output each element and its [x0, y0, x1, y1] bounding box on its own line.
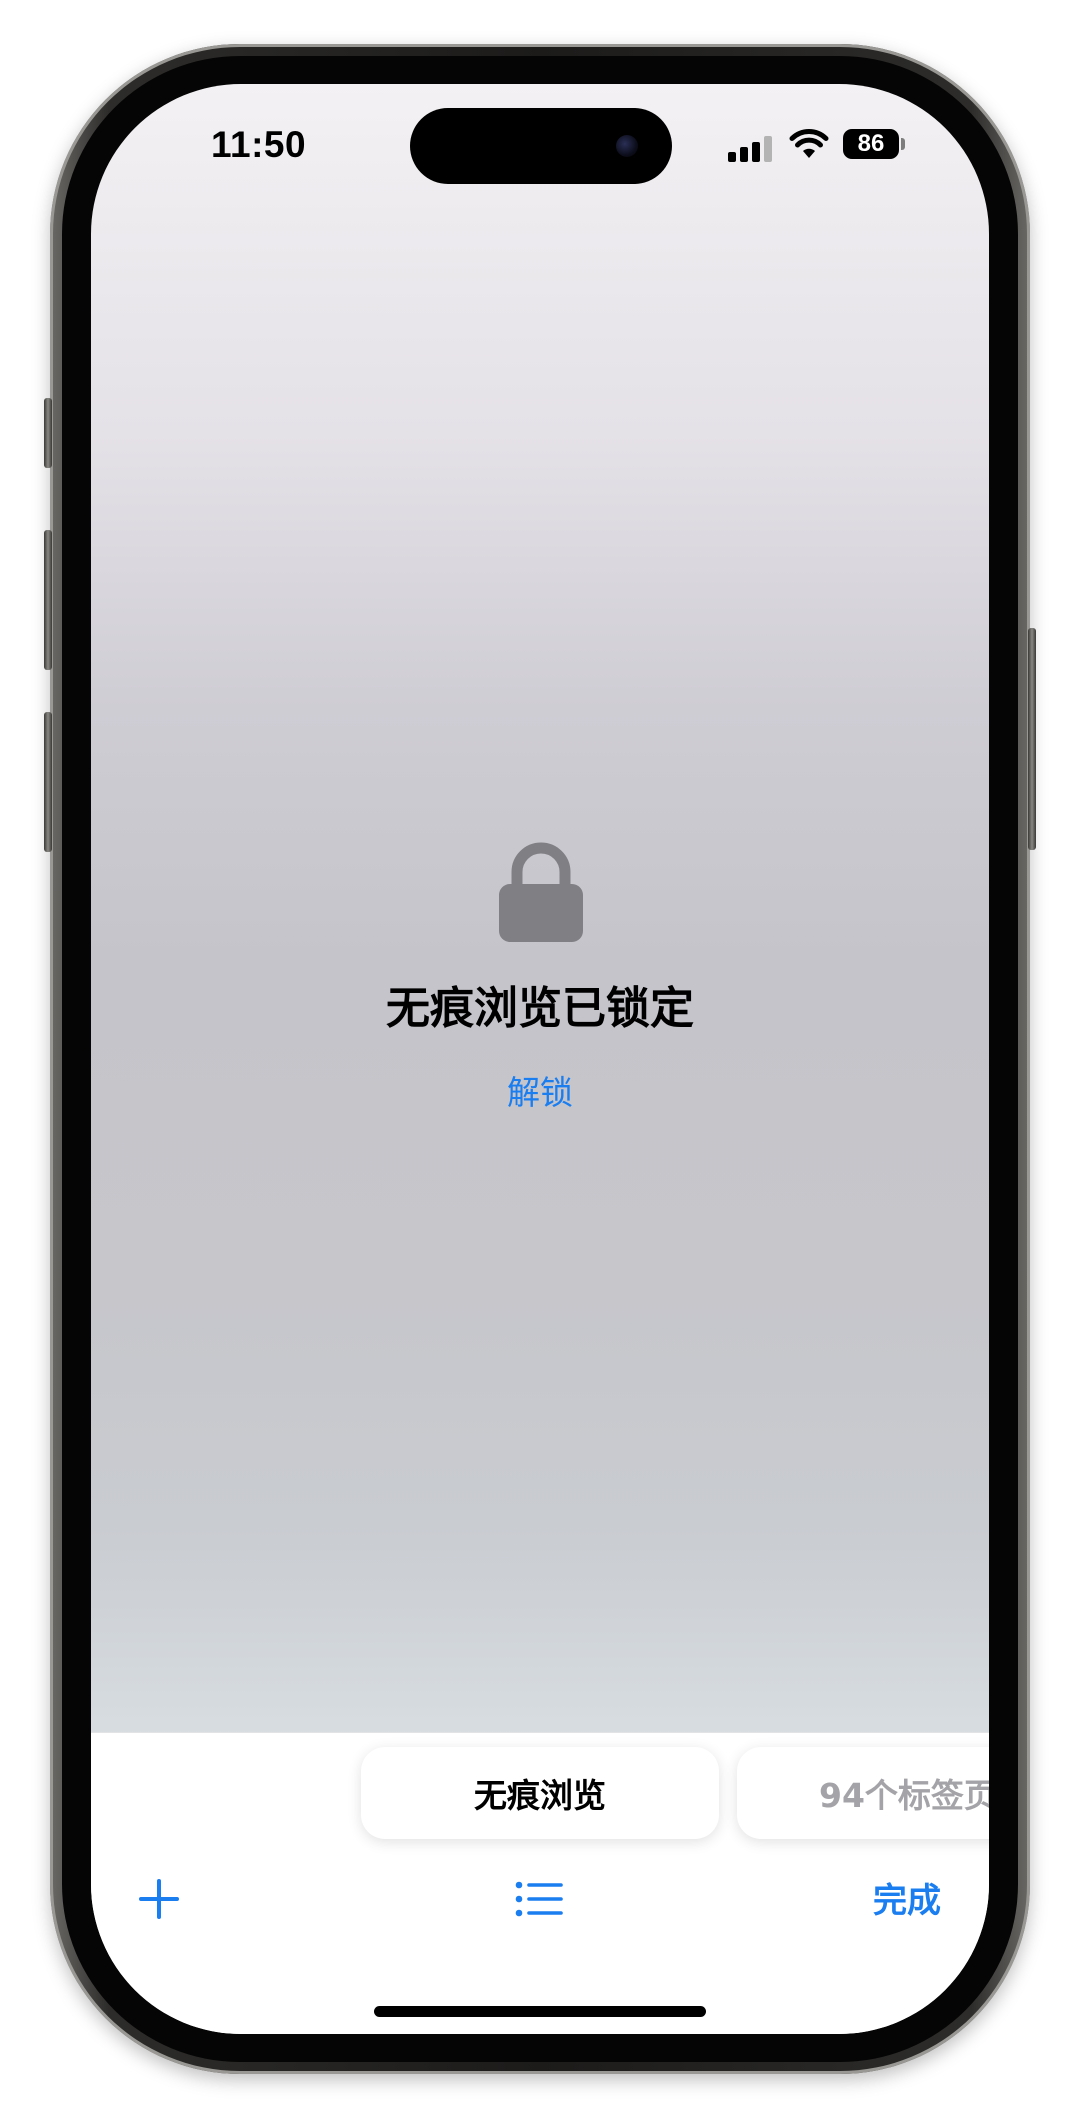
tab-group-private-label: 无痕浏览: [474, 1776, 606, 1815]
wifi-icon: [789, 128, 829, 158]
home-indicator[interactable]: [374, 2006, 706, 2017]
volume-down-button: [44, 712, 52, 852]
lock-icon: [499, 842, 583, 942]
dynamic-island: [410, 108, 672, 184]
tab-group-tabs-label: 94个标签页: [819, 1776, 989, 1815]
done-button[interactable]: 完成: [873, 1873, 941, 1922]
tab-group-tabs[interactable]: 94个标签页: [737, 1747, 989, 1839]
power-button: [1028, 628, 1036, 850]
battery-icon: 86: [843, 129, 899, 159]
locked-title: 无痕浏览已锁定: [386, 983, 694, 1034]
tab-group-private[interactable]: 无痕浏览: [361, 1747, 719, 1839]
cellular-signal-icon: [728, 136, 774, 162]
screen: 11:50 86 无痕浏览已锁定 解锁 无痕浏览 94个标签页 完成: [91, 84, 989, 2034]
list-icon[interactable]: [515, 1881, 563, 1917]
battery-level: 86: [857, 130, 885, 157]
battery-tip: [901, 138, 905, 150]
status-time: 11:50: [211, 124, 307, 165]
plus-icon[interactable]: [139, 1879, 179, 1919]
unlock-button[interactable]: 解锁: [91, 1066, 989, 1114]
bottom-toolbar: 无痕浏览 94个标签页 完成: [91, 1732, 989, 2034]
action-button: [44, 398, 52, 468]
front-camera: [616, 135, 638, 157]
volume-up-button: [44, 530, 52, 670]
